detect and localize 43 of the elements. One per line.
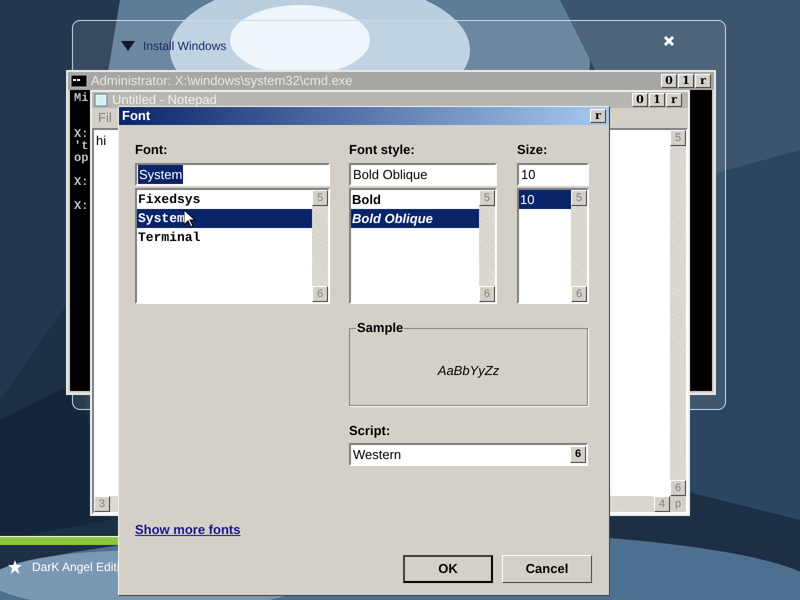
field-label: Font: xyxy=(135,141,168,159)
text-field[interactable]: Bold Oblique xyxy=(349,163,497,186)
field-label: Size: xyxy=(517,141,548,159)
list-item[interactable]: Bold xyxy=(351,190,479,209)
dialog-button[interactable]: OK xyxy=(403,555,493,583)
field-label: Script: xyxy=(349,422,390,440)
caption-button[interactable]: r xyxy=(695,74,711,88)
down-arrow-icon[interactable] xyxy=(121,41,135,51)
group-label: Sample xyxy=(356,320,404,336)
caption-button[interactable]: 0 xyxy=(632,93,648,107)
list-item[interactable]: Fixedsys xyxy=(137,190,312,209)
console-line: X: xyxy=(74,200,88,212)
close-button[interactable]: r xyxy=(590,109,606,123)
mouse-cursor-icon xyxy=(184,210,196,228)
console-line: 't xyxy=(74,140,88,152)
caption-button[interactable]: r xyxy=(666,93,682,107)
close-icon[interactable] xyxy=(663,35,675,47)
dialog-title: Font xyxy=(122,107,152,126)
console-line: X: xyxy=(74,128,88,140)
dialog-button[interactable]: Cancel xyxy=(502,555,592,583)
list-item[interactable]: Terminal xyxy=(137,228,312,247)
caption-button[interactable]: 0 xyxy=(661,74,677,88)
caption-button[interactable]: 1 xyxy=(649,93,665,107)
field-label: Font style: xyxy=(349,141,415,159)
console-line: X: xyxy=(74,176,88,188)
document-text: hi xyxy=(95,132,108,150)
show-more-fonts-link[interactable]: Show more fonts xyxy=(135,520,240,539)
caption-button[interactable]: 1 xyxy=(678,74,694,88)
console-line: Mi xyxy=(74,92,88,104)
window-title: Administrator: X:\windows\system32\cmd.exe xyxy=(91,72,354,90)
star-icon xyxy=(8,560,22,574)
window-title: Untitled - Notepad xyxy=(112,93,218,107)
sample-text: AaBbYyZz xyxy=(438,362,500,380)
text-field[interactable]: 10 xyxy=(517,163,589,186)
list-item[interactable]: System xyxy=(137,209,312,228)
notepad-icon xyxy=(94,93,108,107)
text-field[interactable]: System xyxy=(135,163,330,186)
dropdown-button[interactable]: 6 xyxy=(570,446,586,463)
console-icon xyxy=(71,75,87,87)
script-dropdown[interactable]: Western 6 xyxy=(349,443,588,466)
list-item[interactable]: Bold Oblique xyxy=(351,209,479,228)
console-line: op xyxy=(74,152,88,164)
list-item[interactable]: 10 xyxy=(519,190,571,209)
